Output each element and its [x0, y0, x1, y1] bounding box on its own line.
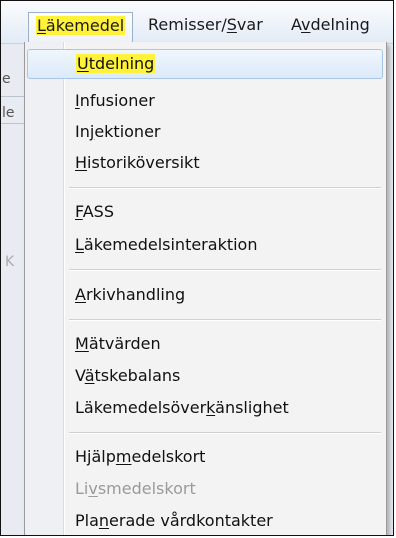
menu-item-infusioner[interactable]: Infusioner: [27, 86, 383, 116]
menu-item-utdelning[interactable]: Utdelning: [27, 49, 383, 79]
background-text: e: [2, 71, 11, 87]
menu-item-vatskebalans[interactable]: Vätskebalans: [27, 361, 383, 391]
menu-remisser-svar[interactable]: Remisser/Svar: [148, 13, 263, 37]
menu-item-planerade-vardkontakter[interactable]: Planerade vårdkontakter: [27, 506, 383, 535]
menu-item-hjalpmedelskort[interactable]: Hjälpmedelskort: [27, 442, 383, 472]
menu-item-fass[interactable]: FASS: [27, 197, 383, 227]
lakemedel-dropdown-menu: Utdelning Infusioner Injektioner Histori…: [24, 42, 387, 535]
menu-avdelning[interactable]: Avdelning: [291, 13, 370, 37]
background-text: le: [2, 105, 15, 121]
menu-lakemedel[interactable]: Läkemedel: [28, 12, 134, 44]
menu-item-lakemedelsoverkanslighet[interactable]: Läkemedelsöverkänslighet: [27, 393, 383, 423]
menu-item-arkivhandling[interactable]: Arkivhandling: [27, 280, 383, 310]
menu-item-utdelning-label: Utdelning: [76, 54, 156, 73]
menu-item-matvarden[interactable]: Mätvärden: [27, 329, 383, 359]
menu-separator: [69, 187, 381, 189]
menu-separator: [69, 319, 381, 321]
menu-item-livsmedelskort: Livsmedelskort: [75, 479, 196, 498]
app-window: e le K Läkemedel Remisser/Svar Avdelning…: [0, 0, 394, 536]
background-divider: [1, 96, 24, 97]
menu-item-injektioner[interactable]: Injektioner: [27, 117, 383, 147]
menu-item-historikoversikt[interactable]: Historiköversikt: [27, 148, 383, 178]
menu-separator: [69, 432, 381, 434]
background-divider: [1, 123, 24, 124]
menu-separator: [69, 269, 381, 271]
menu-lakemedel-label: Läkemedel: [36, 16, 126, 35]
menu-bar: Läkemedel Remisser/Svar Avdelning: [1, 1, 393, 44]
background-text: K: [5, 254, 15, 270]
menu-item-lakemedelsinteraktion[interactable]: Läkemedelsinteraktion: [27, 230, 383, 260]
background-right-panel: [387, 43, 393, 535]
